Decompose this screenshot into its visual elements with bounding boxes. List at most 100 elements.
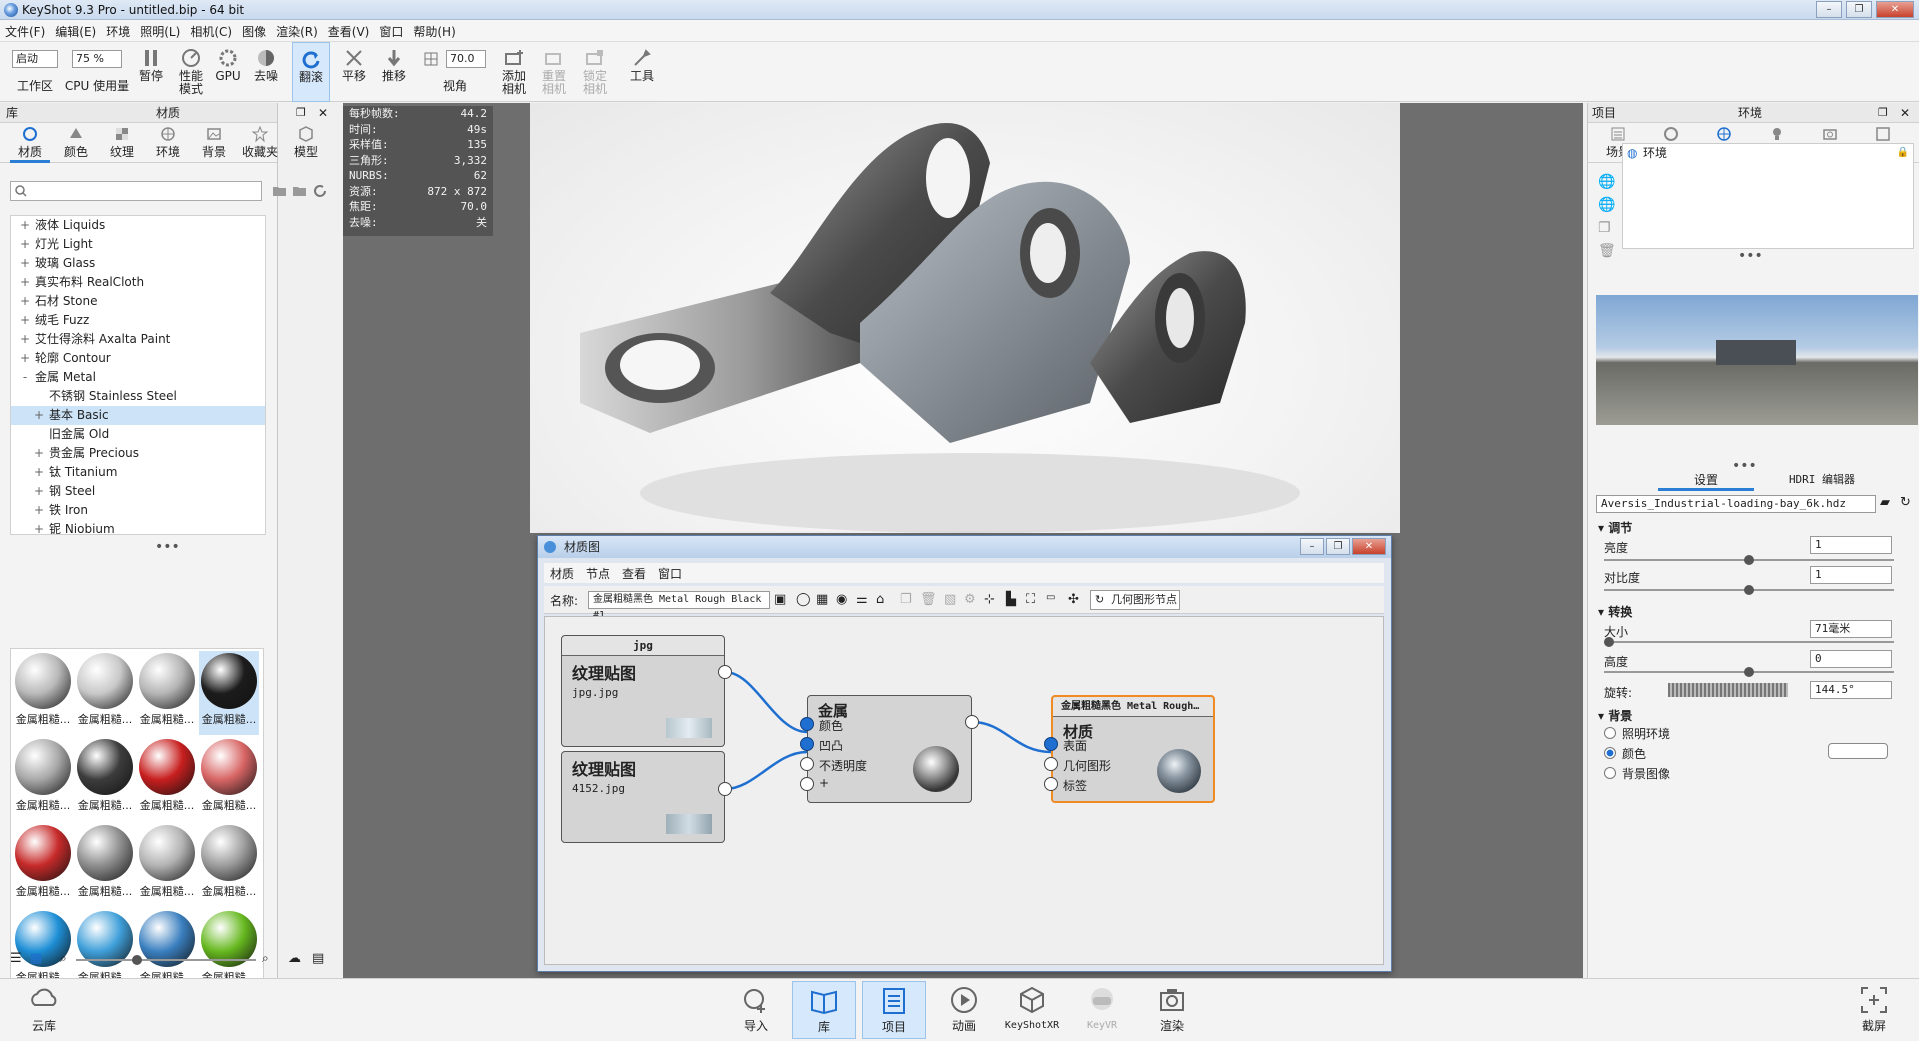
bg-color-swatch[interactable] <box>1828 743 1888 759</box>
expand-icon[interactable]: + <box>19 273 31 292</box>
tab-hdri-editor[interactable]: HDRI 编辑器 <box>1774 471 1870 487</box>
transform-section-header[interactable]: ▾ 转换 <box>1598 603 1632 620</box>
rotation-input[interactable]: 144.5° <box>1810 681 1892 699</box>
panel-close-icon[interactable]: ✕ <box>1900 103 1910 123</box>
folder-open-icon[interactable] <box>272 183 288 199</box>
disconnect-icon[interactable]: ▧ <box>944 592 956 607</box>
mg-menu-window[interactable]: 窗口 <box>652 563 688 584</box>
thumbnail-size-knob[interactable] <box>132 955 142 965</box>
tab-settings[interactable]: 设置 <box>1658 471 1754 491</box>
undock-icon[interactable]: ❐ <box>1878 103 1888 123</box>
node-canvas[interactable]: jpg 纹理贴图 jpg.jpg 纹理贴图 4152.jpg 金属 颜色 凹凸 … <box>544 616 1384 965</box>
refresh-icon[interactable] <box>312 183 328 199</box>
tab-colors[interactable]: 颜色 <box>56 126 96 160</box>
brightness-input[interactable]: 1 <box>1810 536 1892 554</box>
material-thumbnail[interactable]: 金属粗糙... <box>13 737 73 821</box>
tree-item[interactable]: + 轮廓 Contour <box>11 349 265 368</box>
list-view-icon[interactable]: ☰ <box>10 951 22 966</box>
expand-icon[interactable]: + <box>33 463 45 482</box>
material-thumbnail[interactable]: 金属粗糙... <box>75 651 135 735</box>
tab-materials[interactable]: 材质 <box>10 126 50 163</box>
material-thumbnail[interactable]: 金属粗糙... <box>137 651 197 735</box>
hdri-preview-image[interactable] <box>1596 295 1918 425</box>
tree-item[interactable]: + 液体 Liquids <box>11 216 265 235</box>
contrast-input[interactable]: 1 <box>1810 566 1892 584</box>
menu-window[interactable]: 窗口 <box>374 20 408 43</box>
library-button[interactable]: 库 <box>792 981 856 1039</box>
height-input[interactable]: 0 <box>1810 650 1892 668</box>
material-geometry-port[interactable] <box>1044 757 1058 771</box>
tab-textures[interactable]: 纹理 <box>102 126 142 160</box>
mg-minimize-button[interactable]: – <box>1300 538 1324 555</box>
group-icon[interactable]: ⚙ <box>964 592 976 607</box>
material-thumbnail[interactable]: 金属粗糙... <box>199 823 259 907</box>
texture-node-4152[interactable]: 纹理贴图 4152.jpg <box>561 751 725 843</box>
copy-icon[interactable]: ❐ <box>900 592 912 607</box>
menu-image[interactable]: 图像 <box>237 20 271 43</box>
auto-layout-icon[interactable]: ✣ <box>1068 592 1079 607</box>
save-icon[interactable]: ▣ <box>774 592 786 607</box>
tree-item[interactable]: + 玻璃 Glass <box>11 254 265 273</box>
expand-icon[interactable]: + <box>33 501 45 520</box>
tumble-button[interactable]: 翻滚 <box>292 42 330 102</box>
adjust-section-header[interactable]: ▾ 调节 <box>1598 519 1632 536</box>
mg-menu-view[interactable]: 查看 <box>616 563 652 584</box>
metal-add-port[interactable] <box>800 777 814 791</box>
expand-icon[interactable]: + <box>33 444 45 463</box>
material-thumbnail[interactable]: 金属粗糙... <box>13 651 73 735</box>
tree-item[interactable]: + 石材 Stone <box>11 292 265 311</box>
tree-item[interactable]: + 钛 Titanium <box>11 463 265 482</box>
tree-item[interactable]: + 灯光 Light <box>11 235 265 254</box>
delete-environment-icon[interactable]: 🗑 <box>1598 240 1616 263</box>
arrange-icon[interactable]: ⊹ <box>984 592 995 607</box>
menu-help[interactable]: 帮助(H) <box>408 20 460 43</box>
metal-color-port[interactable] <box>800 717 814 731</box>
tree-item[interactable]: + 绒毛 Fuzz <box>11 311 265 330</box>
menu-render[interactable]: 渲染(R) <box>271 20 323 43</box>
pan-button[interactable]: 平移 <box>338 42 370 102</box>
material-thumbnail[interactable]: 金属粗糙... <box>137 823 197 907</box>
expand-icon[interactable]: + <box>33 520 45 534</box>
tree-item[interactable]: + 钢 Steel <box>11 482 265 501</box>
expand-icon[interactable]: + <box>19 216 31 235</box>
tab-backgrounds[interactable]: 背景 <box>194 126 234 160</box>
label-node-icon[interactable]: ⌂ <box>876 592 884 607</box>
size-slider[interactable] <box>1604 637 1894 647</box>
zoom-in-icon[interactable]: ⌕ <box>262 951 269 966</box>
add-camera-button[interactable]: 添加 相机 <box>498 42 530 102</box>
material-label-port[interactable] <box>1044 777 1058 791</box>
fit-view-icon[interactable]: ⛶ <box>1026 592 1035 607</box>
lock-camera-button[interactable]: 锁定 相机 <box>579 42 611 102</box>
folder-open-icon[interactable]: ▰ <box>1880 495 1890 510</box>
minimize-button[interactable]: – <box>1816 1 1842 18</box>
expand-icon[interactable]: + <box>19 311 31 330</box>
align-icon[interactable]: ▙ <box>1006 592 1016 607</box>
expand-icon[interactable]: + <box>19 349 31 368</box>
lock-icon[interactable]: 🔒 <box>1897 144 1909 162</box>
expand-icon[interactable]: + <box>19 292 31 311</box>
material-thumbnail[interactable]: 金属粗糙... <box>199 651 259 735</box>
delete-icon[interactable]: 🗑 <box>920 592 937 607</box>
mg-maximize-button[interactable]: ❐ <box>1326 538 1350 555</box>
tree-item[interactable]: + 铁 Iron <box>11 501 265 520</box>
tree-item[interactable]: + 贵金属 Precious <box>11 444 265 463</box>
expand-icon[interactable]: + <box>19 235 31 254</box>
tab-environments[interactable]: 环境 <box>148 126 188 160</box>
tools-button[interactable]: 工具 <box>626 42 658 102</box>
adjust-node-icon[interactable]: ⚌ <box>856 592 868 607</box>
height-knob[interactable] <box>1744 667 1754 677</box>
contrast-slider[interactable] <box>1604 585 1894 595</box>
pause-button[interactable]: 暂停 <box>136 42 166 102</box>
tree-item[interactable]: + 真实布料 RealCloth <box>11 273 265 292</box>
rotation-jog-wheel[interactable] <box>1668 683 1788 697</box>
material-surface-port[interactable] <box>1044 737 1058 751</box>
hdr-file-input[interactable]: Aversis_Industrial-loading-bay_6k.hdz <box>1596 495 1876 513</box>
tree-item[interactable]: 旧金属 Old <box>11 425 265 444</box>
tree-item[interactable]: - 金属 Metal <box>11 368 265 387</box>
brightness-slider[interactable] <box>1604 555 1894 565</box>
reset-camera-button[interactable]: 重置 相机 <box>538 42 570 102</box>
dolly-button[interactable]: 推移 <box>378 42 410 102</box>
gpu-button[interactable]: GPU <box>213 42 243 102</box>
close-button[interactable]: ✕ <box>1876 1 1914 18</box>
brightness-knob[interactable] <box>1744 555 1754 565</box>
